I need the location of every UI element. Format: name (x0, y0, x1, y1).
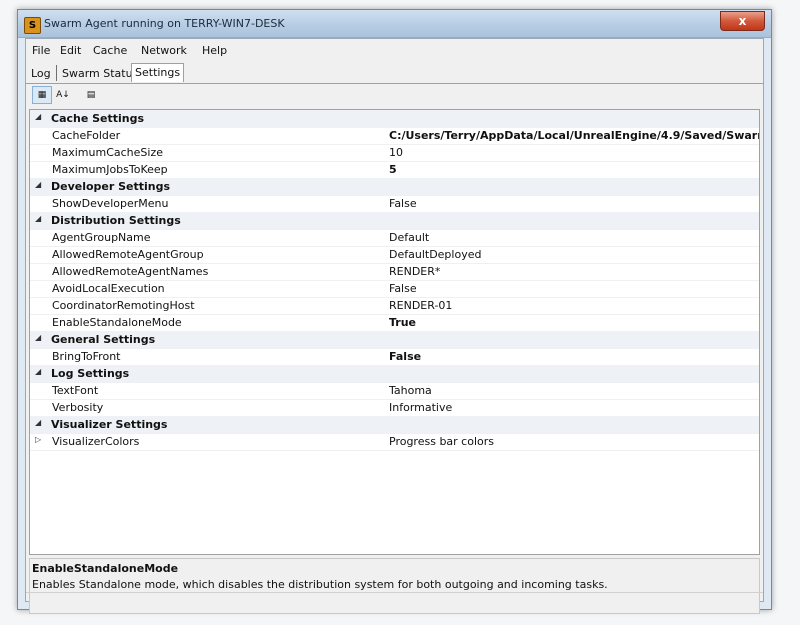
property-value[interactable]: Informative (389, 401, 452, 414)
property-value[interactable]: Tahoma (389, 384, 432, 397)
property-value[interactable]: Default (389, 231, 429, 244)
property-row[interactable]: AvoidLocalExecution False (30, 280, 759, 298)
category-label: Log Settings (51, 367, 130, 380)
status-bar (26, 592, 763, 601)
property-value[interactable]: RENDER-01 (389, 299, 452, 312)
property-value[interactable]: Progress bar colors (389, 435, 494, 448)
property-pages-icon[interactable]: ▤ (81, 86, 101, 104)
property-value[interactable]: C:/Users/Terry/AppData/Local/UnrealEngin… (389, 129, 759, 142)
category-label: Cache Settings (51, 112, 145, 125)
property-row[interactable]: CoordinatorRemotingHost RENDER-01 (30, 297, 759, 315)
collapse-icon[interactable]: ◢ (35, 214, 41, 223)
category-row[interactable]: ◢ Cache Settings (30, 110, 759, 128)
category-row[interactable]: ◢ Developer Settings (30, 178, 759, 196)
property-name: AgentGroupName (52, 231, 151, 244)
property-name: AllowedRemoteAgentNames (52, 265, 209, 278)
category-label: General Settings (51, 333, 156, 346)
property-value[interactable]: 10 (389, 146, 403, 159)
collapse-icon[interactable]: ◢ (35, 333, 41, 342)
tab-divider (56, 65, 57, 81)
property-row[interactable]: AllowedRemoteAgentGroup DefaultDeployed (30, 246, 759, 264)
client-area: File Edit Cache Network Help Log Swarm S… (25, 38, 764, 614)
description-text: Enables Standalone mode, which disables … (32, 578, 608, 591)
description-panel: EnableStandaloneMode Enables Standalone … (29, 558, 760, 614)
property-grid-toolbar: ▦ A↓ ▤ (30, 85, 759, 105)
property-name: ShowDeveloperMenu (52, 197, 169, 210)
property-value[interactable]: 5 (389, 163, 397, 176)
property-name: VisualizerColors (52, 435, 140, 448)
collapse-icon[interactable]: ◢ (35, 180, 41, 189)
property-name: AvoidLocalExecution (52, 282, 165, 295)
menu-file[interactable]: File (32, 44, 50, 57)
tab-settings[interactable]: Settings (131, 63, 185, 82)
property-name: MaximumJobsToKeep (52, 163, 168, 176)
category-label: Distribution Settings (51, 214, 181, 227)
property-value[interactable]: RENDER* (389, 265, 440, 278)
property-value[interactable]: False (389, 282, 417, 295)
property-name: MaximumCacheSize (52, 146, 163, 159)
menu-bar: File Edit Cache Network Help (26, 39, 763, 60)
tab-strip: Log Swarm Status Settings (26, 61, 763, 84)
category-row[interactable]: ◢ Distribution Settings (30, 212, 759, 230)
property-row[interactable]: ShowDeveloperMenu False (30, 195, 759, 213)
property-value[interactable]: DefaultDeployed (389, 248, 481, 261)
property-value[interactable]: True (389, 316, 416, 329)
collapse-icon[interactable]: ◢ (35, 112, 41, 121)
menu-cache[interactable]: Cache (93, 44, 127, 57)
description-title: EnableStandaloneMode (32, 562, 179, 575)
property-grid: ◢ Cache Settings CacheFolder C:/Users/Terry… (29, 109, 760, 555)
menu-network[interactable]: Network (141, 44, 187, 57)
property-name: CoordinatorRemotingHost (52, 299, 195, 312)
alphabetical-sort-icon[interactable]: A↓ (53, 86, 73, 104)
collapse-icon[interactable]: ◢ (35, 418, 41, 427)
tab-swarm-status[interactable]: Swarm Status (62, 67, 138, 80)
title-bar[interactable]: S Swarm Agent running on TERRY-WIN7-DESK… (18, 10, 771, 38)
property-row[interactable]: TextFont Tahoma (30, 382, 759, 400)
property-name: CacheFolder (52, 129, 121, 142)
expand-icon[interactable]: ▷ (35, 435, 41, 444)
property-row[interactable]: MaximumJobsToKeep 5 (30, 161, 759, 179)
property-row[interactable]: MaximumCacheSize 10 (30, 144, 759, 162)
property-row[interactable]: ▷ VisualizerColors Progress bar colors (30, 433, 759, 451)
category-row[interactable]: ◢ General Settings (30, 331, 759, 349)
window-title: Swarm Agent running on TERRY-WIN7-DESK (44, 17, 285, 30)
property-value[interactable]: False (389, 197, 417, 210)
property-row[interactable]: BringToFront False (30, 348, 759, 366)
category-row[interactable]: ◢ Visualizer Settings (30, 416, 759, 434)
property-name: EnableStandaloneMode (52, 316, 182, 329)
property-value[interactable]: False (389, 350, 421, 363)
swarm-agent-window: S Swarm Agent running on TERRY-WIN7-DESK… (17, 9, 772, 614)
category-label: Visualizer Settings (51, 418, 168, 431)
menu-help[interactable]: Help (202, 44, 227, 57)
property-row[interactable]: AllowedRemoteAgentNames RENDER* (30, 263, 759, 281)
property-row[interactable]: CacheFolder C:/Users/Terry/AppData/Local/… (30, 127, 759, 145)
close-button[interactable]: x (720, 11, 765, 31)
collapse-icon[interactable]: ◢ (35, 367, 41, 376)
property-name: BringToFront (52, 350, 121, 363)
property-row[interactable]: AgentGroupName Default (30, 229, 759, 247)
menu-edit[interactable]: Edit (60, 44, 81, 57)
category-label: Developer Settings (51, 180, 171, 193)
tab-log[interactable]: Log (31, 67, 51, 80)
property-row[interactable]: EnableStandaloneMode True (30, 314, 759, 332)
property-row[interactable]: Verbosity Informative (30, 399, 759, 417)
categorized-icon[interactable]: ▦ (32, 86, 52, 104)
property-name: Verbosity (52, 401, 104, 414)
category-row[interactable]: ◢ Log Settings (30, 365, 759, 383)
property-name: TextFont (52, 384, 99, 397)
property-name: AllowedRemoteAgentGroup (52, 248, 204, 261)
swarm-app-icon: S (24, 17, 41, 34)
